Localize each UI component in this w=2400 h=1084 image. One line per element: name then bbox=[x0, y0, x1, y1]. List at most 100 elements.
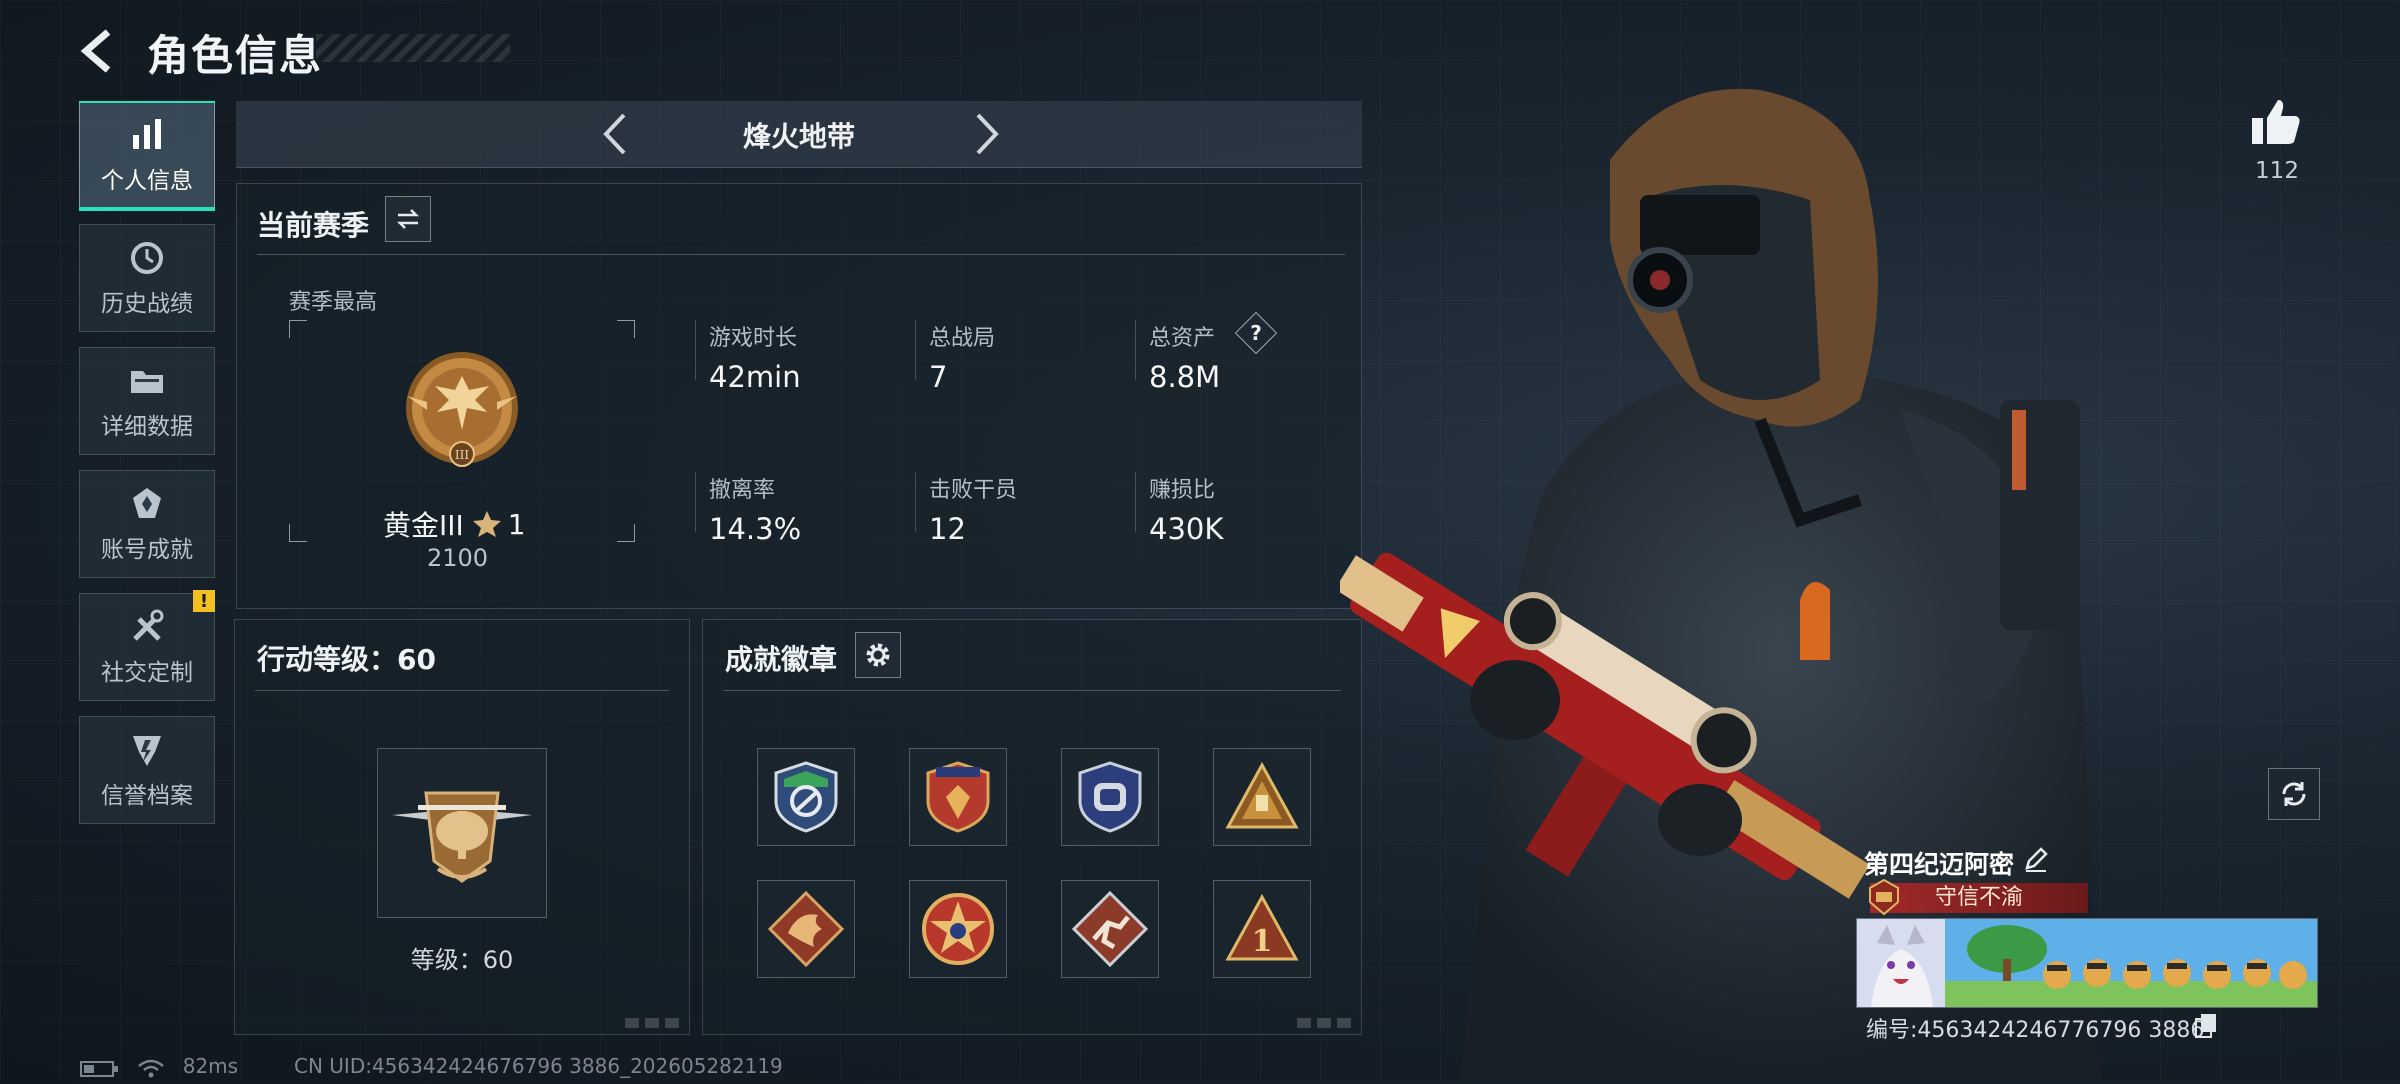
nav-item-personal-info[interactable]: 个人信息 bbox=[79, 101, 215, 211]
nav-item-credit[interactable]: 信誉档案 bbox=[79, 716, 215, 824]
like-button[interactable] bbox=[2248, 96, 2304, 152]
page-title: 角色信息 bbox=[147, 31, 324, 80]
stat-divider bbox=[1135, 472, 1136, 532]
chevron-right-icon bbox=[976, 113, 999, 155]
title-emblem-icon bbox=[1869, 878, 1899, 916]
nav-item-label: 账号成就 bbox=[101, 537, 193, 563]
blue-shield-badge-icon bbox=[1078, 761, 1142, 833]
action-level-emblem-frame bbox=[377, 748, 547, 918]
achievement-badge[interactable] bbox=[1061, 748, 1159, 846]
player-title-tag: 守信不渝 bbox=[1870, 883, 2088, 913]
divider bbox=[257, 254, 1345, 255]
divider bbox=[723, 690, 1341, 691]
rank-one-badge-icon: 1 bbox=[1225, 893, 1299, 961]
mode-next-button[interactable] bbox=[962, 111, 1008, 157]
achievements-settings-button[interactable] bbox=[855, 632, 901, 678]
achievement-badge[interactable] bbox=[757, 880, 855, 978]
strategy-badge-icon bbox=[774, 761, 838, 833]
nav-item-label: 信誉档案 bbox=[101, 783, 193, 809]
action-level-text: 等级：60 bbox=[410, 946, 514, 974]
player-id: 编号:4563424246776796 3886 bbox=[1866, 1018, 2205, 1043]
stat-value: 12 bbox=[929, 512, 966, 546]
dragon-badge-icon bbox=[767, 890, 845, 968]
nav-item-social[interactable]: 社交定制 ! bbox=[79, 590, 215, 701]
pencil-icon bbox=[2025, 847, 2048, 872]
rank-points: 2100 bbox=[427, 544, 489, 572]
status-bar: 82ms bbox=[80, 1054, 238, 1079]
red-shield-badge-icon bbox=[926, 761, 990, 833]
swap-icon bbox=[396, 209, 420, 229]
battery-icon bbox=[80, 1060, 118, 1077]
achievement-badge[interactable] bbox=[757, 748, 855, 846]
action-level-title: 行动等级：60 bbox=[257, 643, 436, 676]
back-button[interactable] bbox=[76, 26, 126, 76]
edit-name-button[interactable] bbox=[2022, 845, 2050, 873]
stat-divider bbox=[695, 320, 696, 380]
achievement-badge[interactable] bbox=[909, 880, 1007, 978]
achievement-badge[interactable] bbox=[1213, 748, 1311, 846]
stat-label: 赚损比 bbox=[1149, 478, 1216, 503]
copy-id-button[interactable] bbox=[2194, 1012, 2218, 1038]
profile-banner[interactable] bbox=[1856, 918, 2318, 1008]
achievement-badge[interactable] bbox=[1061, 880, 1159, 978]
likes-count: 112 bbox=[2255, 158, 2299, 184]
nav-item-label: 历史战绩 bbox=[101, 291, 193, 317]
wrench-tools-icon bbox=[133, 609, 164, 641]
rank-stars: 1 bbox=[507, 507, 526, 541]
thumbs-up-icon bbox=[2252, 100, 2300, 144]
player-name: 第四纪迈阿密 bbox=[1864, 850, 2015, 879]
stat-label: 总资产 bbox=[1149, 326, 1216, 351]
refresh-icon bbox=[2282, 782, 2306, 806]
stat-label: 击败干员 bbox=[929, 478, 1018, 503]
credit-shield-icon bbox=[133, 736, 161, 766]
stat-label: 撤离率 bbox=[709, 478, 776, 503]
stat-value: 430K bbox=[1149, 512, 1224, 546]
helicopter-emblem-icon bbox=[392, 791, 532, 883]
achievement-badge[interactable]: 1 bbox=[1213, 880, 1311, 978]
nav-item-detail-data[interactable]: 详细数据 bbox=[79, 347, 215, 455]
stat-value: 7 bbox=[929, 360, 948, 394]
nav-item-history[interactable]: 历史战绩 bbox=[79, 224, 215, 332]
stat-divider bbox=[915, 320, 916, 380]
stat-label: 总战局 bbox=[929, 326, 996, 351]
star-icon bbox=[472, 511, 501, 537]
achievement-icon bbox=[133, 488, 161, 518]
help-icon[interactable]: ? bbox=[1241, 318, 1271, 348]
copy-icon bbox=[2195, 1014, 2216, 1038]
star-emblem-badge-icon bbox=[922, 893, 994, 965]
folder-icon bbox=[131, 371, 163, 393]
mode-selector: 烽火地带 bbox=[236, 101, 1362, 168]
achievements-title: 成就徽章 bbox=[725, 643, 838, 676]
rank-name-row: 黄金III 1 bbox=[383, 504, 526, 544]
corner-decoration bbox=[625, 1018, 681, 1028]
stat-divider bbox=[695, 472, 696, 532]
side-nav: 个人信息 历史战绩 详细数据 账号成就 社交定制 ! 信誉档案 bbox=[79, 101, 215, 839]
season-best-label: 赛季最高 bbox=[289, 290, 378, 315]
achievement-badge[interactable] bbox=[909, 748, 1007, 846]
season-title: 当前赛季 bbox=[257, 209, 370, 242]
back-arrow-icon bbox=[80, 29, 111, 73]
nav-item-achievements[interactable]: 账号成就 bbox=[79, 470, 215, 578]
title-decoration bbox=[316, 34, 510, 62]
wifi-icon bbox=[138, 1059, 165, 1077]
mode-title: 烽火地带 bbox=[742, 120, 855, 153]
banner-image bbox=[1857, 919, 2317, 1007]
history-clock-icon bbox=[131, 242, 163, 274]
svg-text:III: III bbox=[455, 448, 469, 462]
stat-label: 游戏时长 bbox=[709, 326, 798, 351]
divider bbox=[255, 690, 669, 691]
season-panel: 当前赛季 赛季最高 III 黄金III 1 2100 游戏时长 42min 总战… bbox=[236, 183, 1362, 609]
refresh-button[interactable] bbox=[2268, 768, 2320, 820]
stat-value: 14.3% bbox=[709, 512, 802, 546]
gold-rank-medal-icon: III bbox=[406, 352, 518, 467]
action-level-panel: 行动等级：60 等级：60 bbox=[234, 619, 690, 1035]
nav-item-label: 详细数据 bbox=[101, 414, 193, 440]
rank-name: 黄金III bbox=[383, 509, 464, 542]
season-switch-button[interactable] bbox=[385, 196, 431, 242]
gear-icon bbox=[866, 643, 890, 667]
runner-badge-icon bbox=[1071, 890, 1149, 968]
nav-item-label: 个人信息 bbox=[101, 168, 193, 194]
bar-chart-icon bbox=[133, 119, 161, 149]
stat-value: 8.8M bbox=[1149, 360, 1221, 394]
alert-badge: ! bbox=[193, 590, 215, 612]
